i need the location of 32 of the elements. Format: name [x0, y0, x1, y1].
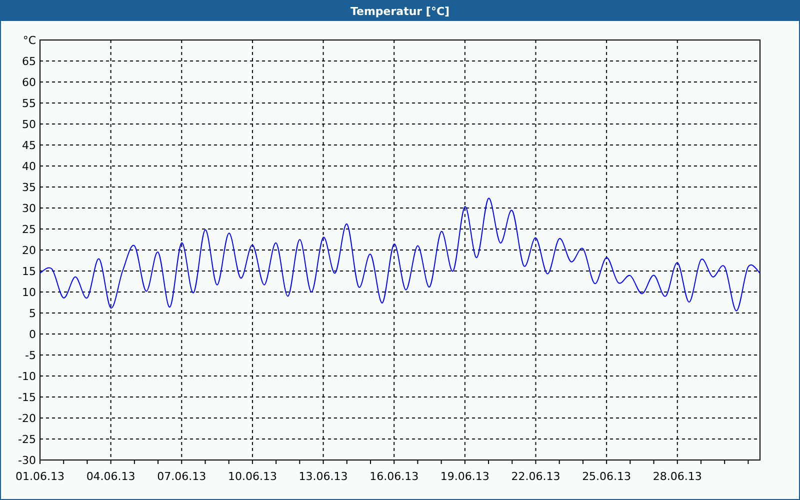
- y-tick-label: 40: [22, 160, 36, 173]
- y-tick-label: 0: [29, 328, 36, 341]
- x-tick-label: 28.06.13: [652, 470, 702, 483]
- x-tick-label: 13.06.13: [298, 470, 348, 483]
- y-tick-label: 15: [22, 265, 36, 278]
- x-tick-label: 16.06.13: [370, 470, 419, 483]
- window-title: Temperatur [°C]: [1, 1, 799, 21]
- y-tick-label: 5: [29, 307, 36, 320]
- y-tick-label: 10: [22, 286, 36, 299]
- y-tick-label: -20: [18, 412, 36, 425]
- y-tick-label: -10: [18, 370, 36, 383]
- x-tick-label: 04.06.13: [86, 470, 136, 483]
- y-tick-label: -15: [18, 391, 36, 404]
- y-tick-label: -5: [25, 349, 36, 362]
- y-tick-label: 30: [22, 202, 36, 215]
- y-tick-label: 65: [22, 55, 36, 68]
- x-tick-label: 01.06.13: [16, 470, 64, 483]
- y-tick-label: 55: [22, 97, 36, 110]
- x-tick-label: 10.06.13: [228, 470, 277, 483]
- y-tick-label: 50: [22, 118, 36, 131]
- y-tick-label: -30: [18, 454, 36, 467]
- y-tick-label: 60: [22, 76, 36, 89]
- y-tick-label: 35: [22, 181, 36, 194]
- y-tick-label: °C: [22, 34, 36, 47]
- x-tick-label: 07.06.13: [157, 470, 206, 483]
- x-tick-label: 22.06.13: [511, 470, 560, 483]
- y-tick-label: 45: [22, 139, 36, 152]
- x-tick-label: 25.06.13: [582, 470, 632, 483]
- x-tick-label: 19.06.13: [440, 470, 490, 483]
- y-tick-label: 25: [22, 223, 36, 236]
- y-tick-label: -25: [18, 433, 36, 446]
- y-tick-label: 20: [22, 244, 36, 257]
